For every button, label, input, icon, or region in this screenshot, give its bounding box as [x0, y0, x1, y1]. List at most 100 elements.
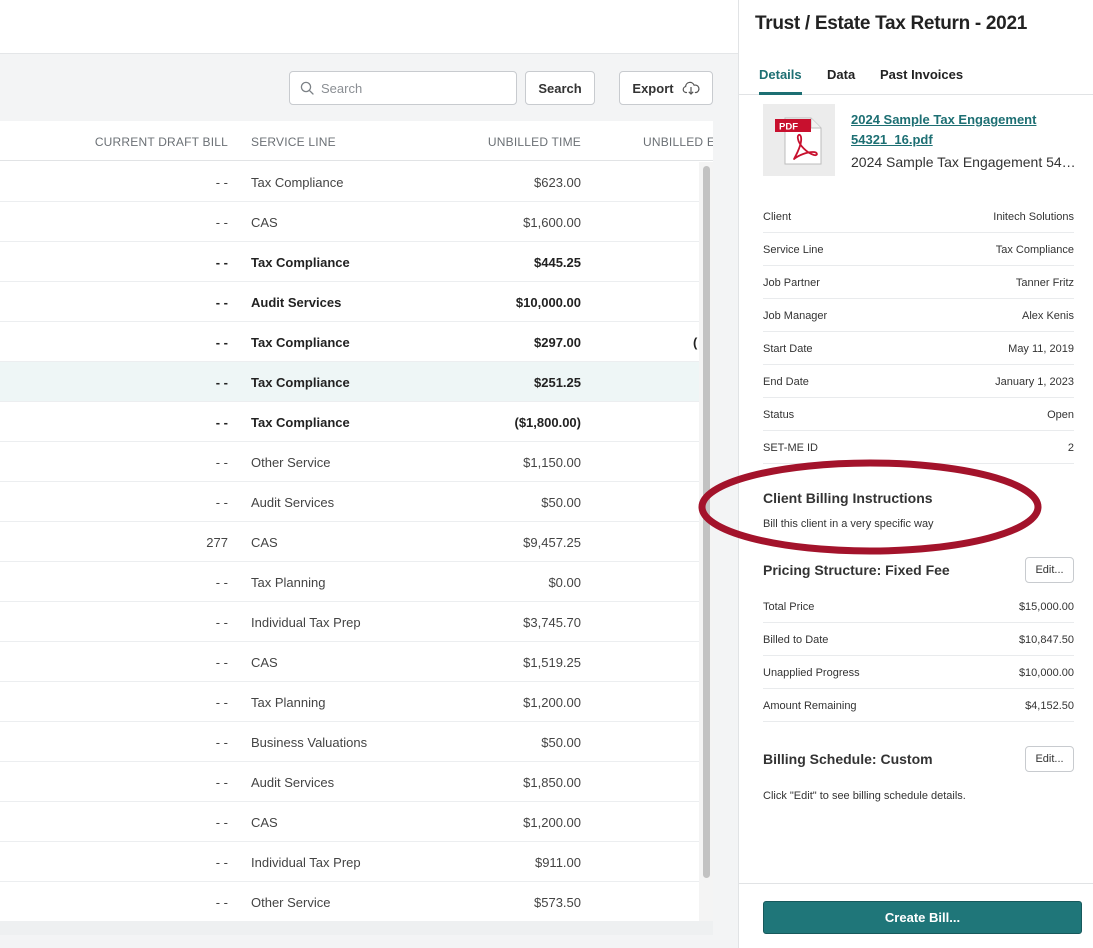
- table-row[interactable]: - - CAS $1,600.00: [0, 202, 699, 242]
- cell-unbilled-time: $297.00: [534, 335, 581, 350]
- table-row[interactable]: - - Individual Tax Prep $911.00: [0, 842, 699, 882]
- scrollbar-thumb[interactable]: [703, 166, 710, 878]
- billing-schedule-edit-button[interactable]: Edit...: [1025, 746, 1074, 772]
- cell-service-line: Audit Services: [251, 295, 342, 310]
- detail-value: $4,152.50: [1025, 700, 1074, 712]
- cell-unbilled-time: $251.25: [534, 375, 581, 390]
- column-header-service-line[interactable]: SERVICE LINE: [251, 135, 336, 149]
- panel-title: Trust / Estate Tax Return - 2021: [755, 13, 1027, 34]
- column-header-unbilled-time[interactable]: UNBILLED TIME: [488, 135, 581, 149]
- detail-row: SET-ME ID 2: [763, 431, 1074, 464]
- cell-unbilled-time: $911.00: [534, 855, 581, 870]
- detail-label: Unapplied Progress: [763, 667, 860, 679]
- column-header-unbilled-expenses[interactable]: UNBILLED E: [643, 135, 713, 149]
- table-row[interactable]: - - Tax Compliance $297.00 (: [0, 322, 699, 362]
- cell-unbilled-time: $1,200.00: [523, 695, 581, 710]
- tab-past-invoices[interactable]: Past Invoices: [880, 67, 963, 92]
- tab-data[interactable]: Data: [827, 67, 855, 92]
- cell-service-line: Tax Compliance: [251, 415, 350, 430]
- table-row[interactable]: - - Tax Compliance $623.00: [0, 162, 699, 202]
- table-row[interactable]: - - Business Valuations $50.00: [0, 722, 699, 762]
- table-row[interactable]: - - Tax Planning $1,200.00: [0, 682, 699, 722]
- search-input[interactable]: [321, 72, 511, 104]
- table-row[interactable]: - - Tax Compliance ($1,800.00): [0, 402, 699, 442]
- cell-service-line: Individual Tax Prep: [251, 855, 361, 870]
- billing-schedule-title: Billing Schedule: Custom: [763, 751, 933, 767]
- detail-row: Service Line Tax Compliance: [763, 233, 1074, 266]
- detail-row: Job Manager Alex Kenis: [763, 299, 1074, 332]
- detail-row: End Date January 1, 2023: [763, 365, 1074, 398]
- cell-current-draft-bill: - -: [215, 215, 228, 230]
- detail-row: Amount Remaining $4,152.50: [763, 689, 1074, 722]
- detail-value: May 11, 2019: [1008, 343, 1074, 355]
- table-row[interactable]: - - Tax Planning $0.00: [0, 562, 699, 602]
- detail-row: Start Date May 11, 2019: [763, 332, 1074, 365]
- detail-value: Open: [1047, 409, 1074, 421]
- table-row[interactable]: - - Audit Services $10,000.00: [0, 282, 699, 322]
- cell-service-line: Individual Tax Prep: [251, 615, 361, 630]
- detail-value: Alex Kenis: [1022, 310, 1074, 322]
- table-row[interactable]: - - Audit Services $50.00: [0, 482, 699, 522]
- tab-details[interactable]: Details: [759, 67, 802, 95]
- pdf-badge-label: PDF: [779, 122, 798, 133]
- cell-current-draft-bill: - -: [215, 735, 228, 750]
- cell-service-line: Tax Compliance: [251, 335, 350, 350]
- table-row[interactable]: - - Tax Compliance $251.25: [0, 362, 699, 402]
- cell-service-line: Business Valuations: [251, 735, 368, 750]
- detail-label: Amount Remaining: [763, 700, 857, 712]
- cell-unbilled-expenses: (: [693, 335, 698, 350]
- cell-service-line: Tax Planning: [251, 695, 326, 710]
- cell-service-line: CAS: [251, 655, 278, 670]
- cell-unbilled-time: ($1,800.00): [514, 415, 582, 430]
- cell-current-draft-bill: - -: [215, 455, 228, 470]
- table-row[interactable]: - - CAS $1,200.00: [0, 802, 699, 842]
- cell-unbilled-time: $445.25: [534, 255, 581, 270]
- cell-service-line: Other Service: [251, 455, 331, 470]
- detail-label: Start Date: [763, 343, 813, 355]
- cell-current-draft-bill: - -: [215, 775, 228, 790]
- detail-value: $10,000.00: [1018, 667, 1074, 679]
- pdf-file-icon: PDF: [775, 117, 822, 165]
- file-link[interactable]: 2024 Sample Tax Engagement 54321_16.pdf: [851, 110, 1071, 150]
- cell-unbilled-time: $1,519.25: [523, 655, 581, 670]
- detail-row: Job Partner Tanner Fritz: [763, 266, 1074, 299]
- detail-label: End Date: [763, 376, 809, 388]
- pdf-file-thumbnail[interactable]: PDF: [763, 104, 835, 176]
- client-billing-instructions-text: Bill this client in a very specific way: [763, 518, 934, 530]
- table-row[interactable]: - - Audit Services $1,850.00: [0, 762, 699, 802]
- detail-value: Tax Compliance: [995, 244, 1074, 256]
- cell-current-draft-bill: - -: [215, 415, 228, 430]
- search-button[interactable]: Search: [525, 71, 595, 105]
- detail-row: Client Initech Solutions: [763, 200, 1074, 233]
- table-row[interactable]: - - Tax Compliance $445.25: [0, 242, 699, 282]
- vertical-scrollbar[interactable]: [699, 162, 713, 921]
- export-button[interactable]: Export: [619, 71, 713, 105]
- billing-schedule-text: Click "Edit" to see billing schedule det…: [763, 790, 966, 802]
- search-field[interactable]: [289, 71, 517, 105]
- column-header-current-draft-bill[interactable]: CURRENT DRAFT BILL: [95, 135, 228, 149]
- table-row[interactable]: - - CAS $1,519.25: [0, 642, 699, 682]
- cell-service-line: Audit Services: [251, 495, 335, 510]
- cell-unbilled-time: $3,745.70: [523, 615, 581, 630]
- table-header: CURRENT DRAFT BILL SERVICE LINE UNBILLED…: [0, 121, 713, 161]
- cell-current-draft-bill: 277: [206, 535, 228, 550]
- panel-tabs: Details Data Past Invoices: [739, 55, 1093, 95]
- create-bill-button[interactable]: Create Bill...: [763, 901, 1082, 934]
- horizontal-scrollbar[interactable]: [0, 921, 713, 935]
- cell-unbilled-time: $1,150.00: [523, 455, 581, 470]
- cell-unbilled-time: $573.50: [534, 895, 581, 910]
- cell-current-draft-bill: - -: [215, 815, 228, 830]
- detail-row: Billed to Date $10,847.50: [763, 623, 1074, 656]
- detail-value: Initech Solutions: [993, 211, 1074, 223]
- file-name: 2024 Sample Tax Engagement 54321_16.pdf: [851, 154, 1076, 170]
- export-button-label: Export: [632, 80, 674, 96]
- table-row[interactable]: - - Individual Tax Prep $3,745.70: [0, 602, 699, 642]
- table-row[interactable]: - - Other Service $1,150.00: [0, 442, 699, 482]
- client-billing-instructions-title: Client Billing Instructions: [763, 490, 933, 506]
- table-row[interactable]: - - Other Service $573.50: [0, 882, 699, 921]
- pricing-edit-button[interactable]: Edit...: [1025, 557, 1074, 583]
- detail-value: $10,847.50: [1018, 634, 1074, 646]
- cell-unbilled-time: $50.00: [541, 735, 581, 750]
- detail-value: 2: [1067, 442, 1074, 454]
- table-row[interactable]: 277 CAS $9,457.25: [0, 522, 699, 562]
